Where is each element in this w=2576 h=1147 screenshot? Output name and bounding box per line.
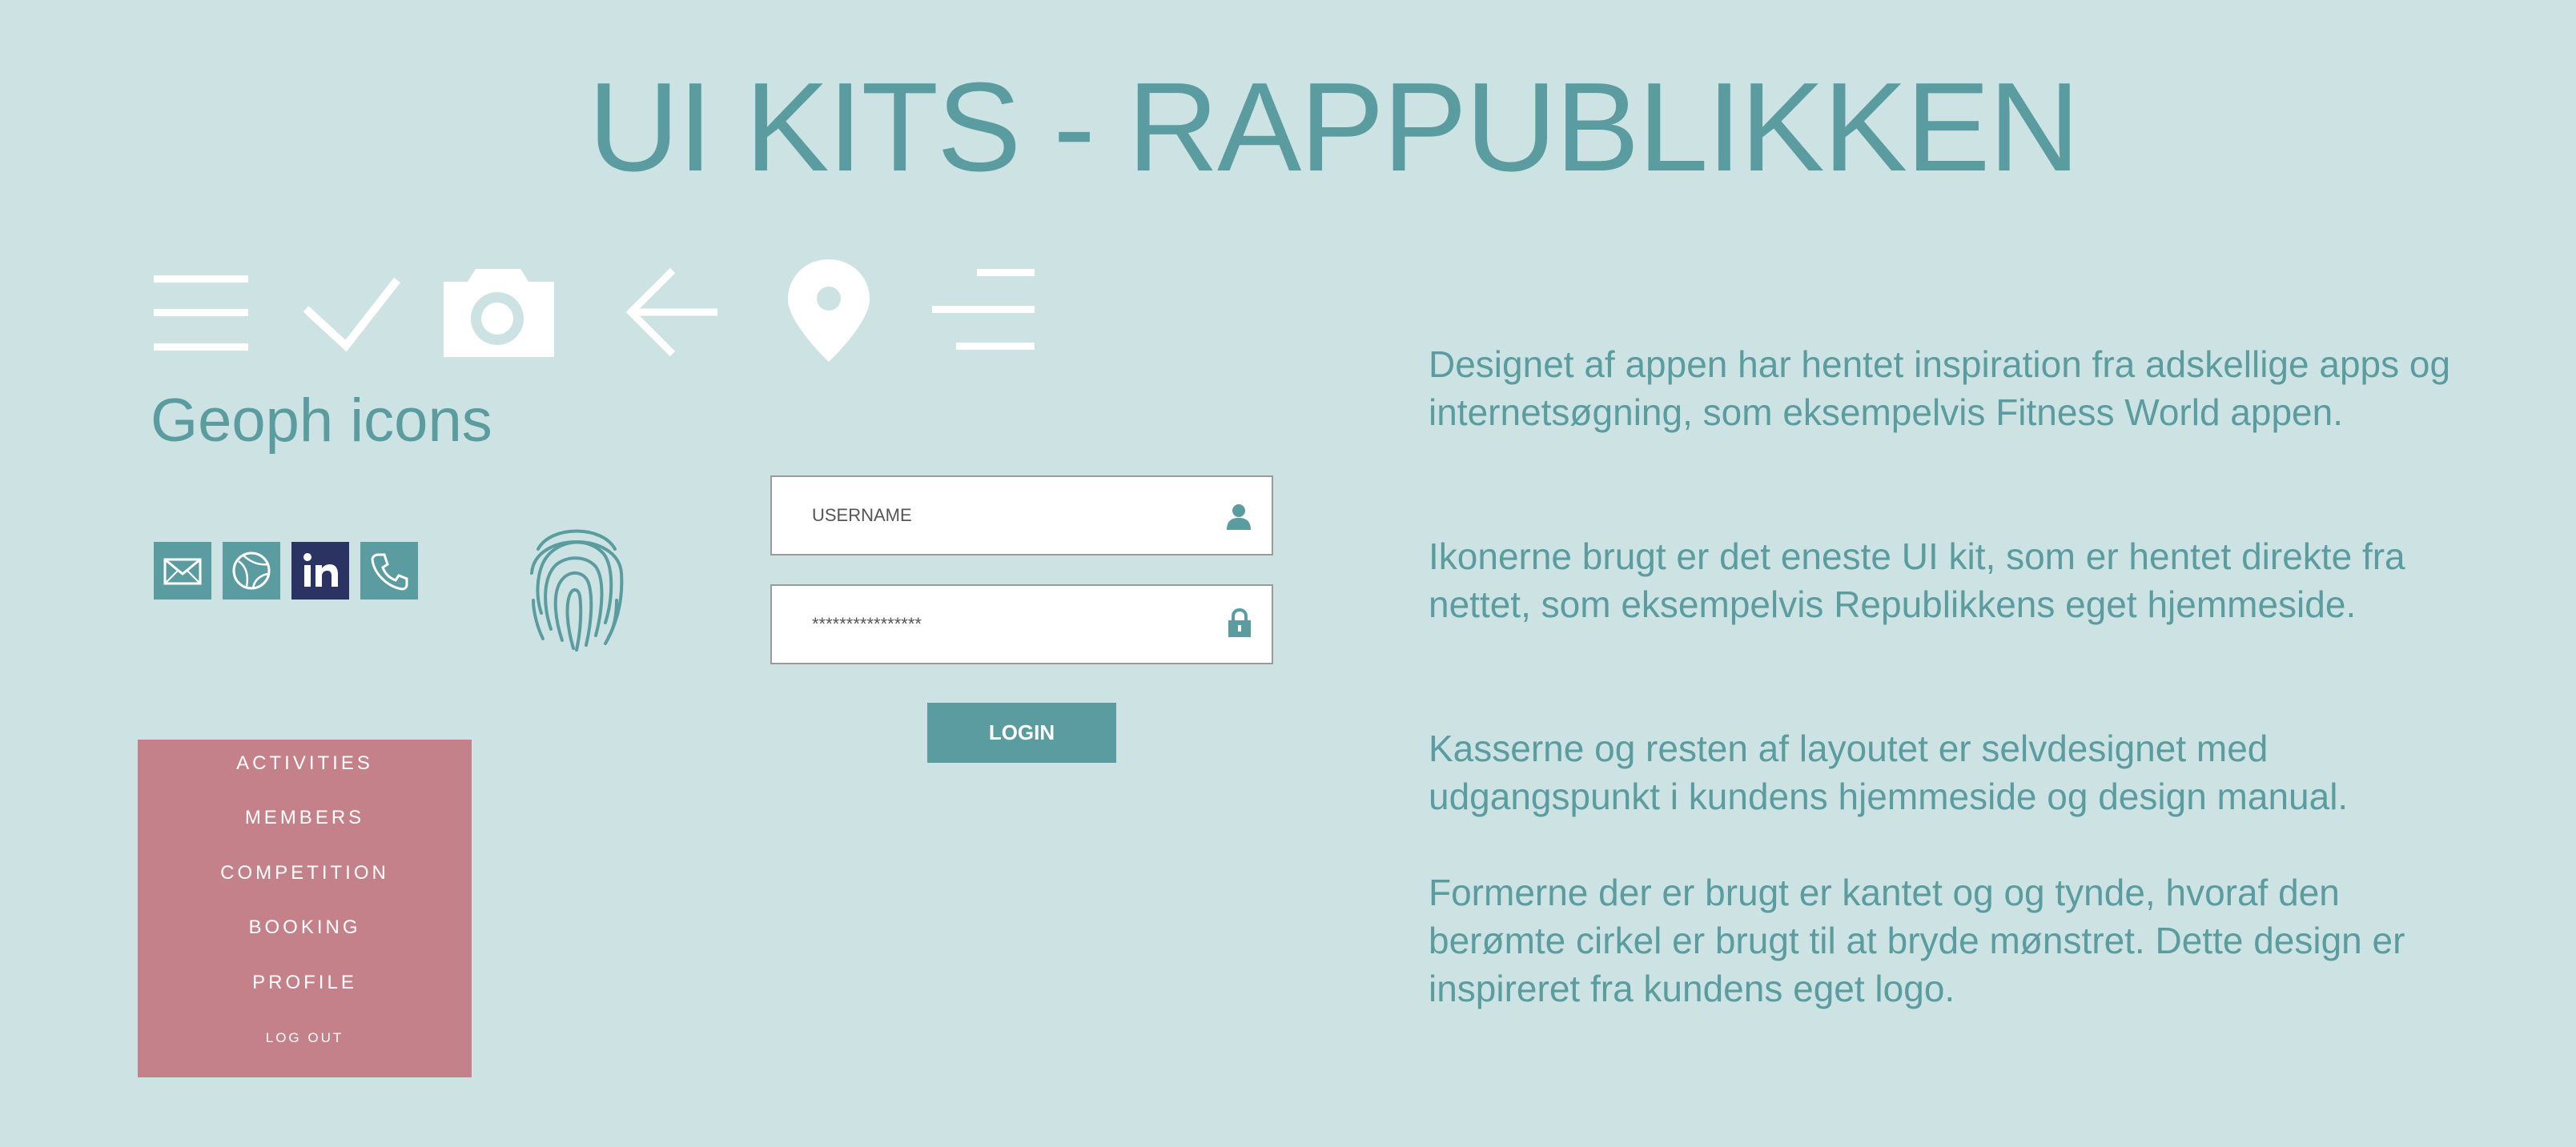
user-icon — [1227, 503, 1251, 534]
description-paragraph: Ikonerne brugt er det eneste UI kit, som… — [1429, 535, 2405, 625]
globe-icon[interactable] — [223, 542, 280, 600]
email-icon[interactable] — [154, 542, 211, 600]
description-paragraph: Formerne der er brugt er kantet og og ty… — [1429, 872, 2405, 1009]
align-right-menu-icon — [932, 269, 1035, 351]
linkedin-icon[interactable] — [291, 542, 349, 600]
checkmark-icon — [303, 275, 400, 352]
menu-item-activities[interactable]: ACTIVITIES — [138, 754, 472, 773]
login-button[interactable]: LOGIN — [927, 703, 1116, 763]
menu-item-competition[interactable]: COMPETITION — [138, 864, 472, 883]
description-paragraph: Designet af appen har hentet inspiration… — [1429, 343, 2451, 433]
navigation-menu: ACTIVITIES MEMBERS COMPETITION BOOKING P… — [138, 740, 472, 1077]
page-title: UI KITS - RAPPUBLIKKEN — [588, 57, 2080, 198]
arrow-left-icon — [625, 267, 719, 357]
fingerprint-icon[interactable] — [527, 517, 626, 653]
username-input[interactable] — [812, 477, 1188, 554]
icon-set-title: Geoph icons — [151, 387, 492, 455]
menu-item-log-out[interactable]: LOG OUT — [138, 1031, 472, 1045]
menu-item-members[interactable]: MEMBERS — [138, 808, 472, 828]
menu-item-booking[interactable]: BOOKING — [138, 918, 472, 937]
phone-icon[interactable] — [360, 542, 418, 600]
menu-item-profile[interactable]: PROFILE — [138, 973, 472, 993]
lock-icon — [1228, 608, 1251, 641]
camera-icon — [444, 269, 554, 357]
password-input[interactable] — [812, 586, 1188, 663]
password-field[interactable] — [770, 584, 1273, 664]
username-field[interactable] — [770, 475, 1273, 555]
hamburger-menu-icon — [154, 275, 248, 351]
location-pin-icon — [788, 259, 870, 362]
description-paragraph: Kasserne og resten af layoutet er selvde… — [1429, 728, 2349, 817]
